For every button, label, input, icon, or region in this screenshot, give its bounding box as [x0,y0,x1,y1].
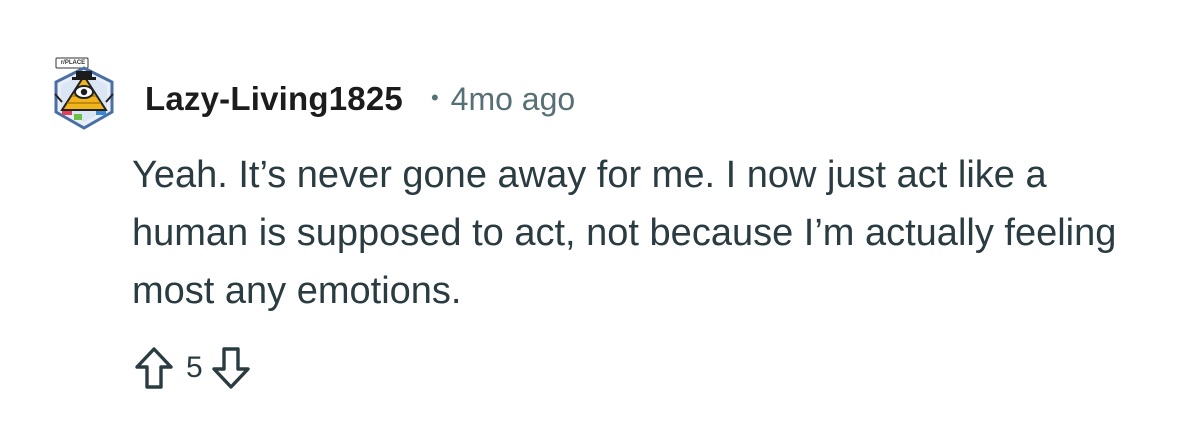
meta-separator: • [430,85,439,110]
comment-actions: 5 [132,343,253,393]
comment-body: Yeah. It’s never gone away for me. I now… [132,154,1117,312]
comment-header: Lazy-Living1825 • 4mo ago [145,78,575,120]
author-username[interactable]: Lazy-Living1825 [145,80,403,118]
upvote-button[interactable] [132,344,176,392]
vote-score: 5 [186,351,203,384]
downvote-arrow-icon [211,347,250,389]
avatar-badge-text: r/PLACE [60,60,86,66]
user-avatar[interactable]: r/PLACE [50,56,118,132]
downvote-button[interactable] [209,344,253,392]
comment: r/PLACE Lazy-Living1825 • 4mo ago Yeah. … [0,0,1179,442]
upvote-arrow-icon [135,347,173,389]
comment-timestamp[interactable]: 4mo ago [451,81,576,118]
